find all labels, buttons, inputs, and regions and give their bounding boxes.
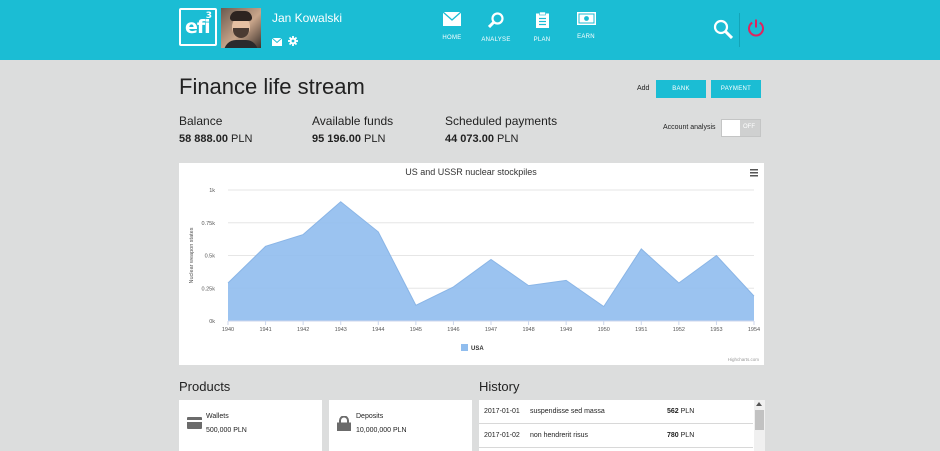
x-tick-label: 1947: [485, 327, 497, 333]
top-bar: efi 3 Jan Kowalski HOME ANALYSE PLAN EAR…: [0, 0, 940, 60]
balance-label: Balance: [179, 114, 223, 128]
menu-icon[interactable]: [750, 169, 758, 177]
x-tick-label: 1948: [522, 327, 534, 333]
history-row[interactable]: 2017-01-01 suspendisse sed massa 562 PLN: [479, 400, 753, 424]
y-axis-label: Nuclear weapon states: [189, 227, 195, 283]
add-label: Add: [637, 85, 650, 92]
history-title: History: [479, 379, 520, 394]
y-tick-label: 0.25k: [202, 286, 216, 292]
x-tick-label: 1953: [710, 327, 722, 333]
available-funds-stat: Available funds 95 196.00 PLN: [312, 114, 393, 145]
history-scrollbar[interactable]: [754, 400, 765, 451]
logo[interactable]: efi 3: [179, 8, 217, 46]
page-title: Finance life stream: [179, 74, 365, 99]
product-wallets[interactable]: Wallets 500,000 PLN: [179, 400, 322, 451]
history-description: non hendrerit risus: [530, 432, 588, 439]
nav-earn[interactable]: EARN: [561, 12, 611, 40]
x-tick-label: 1951: [635, 327, 647, 333]
mail-icon[interactable]: [271, 33, 283, 51]
x-tick-label: 1952: [673, 327, 685, 333]
nav-plan[interactable]: PLAN: [517, 11, 567, 43]
nav-home-label: HOME: [442, 35, 462, 41]
lock-icon: [337, 415, 351, 436]
history-amount: 562 PLN: [667, 408, 695, 415]
history-amount: 780 PLN: [667, 432, 695, 439]
x-tick-label: 1942: [297, 327, 309, 333]
banknote-icon: [576, 12, 596, 30]
available-funds-value: 95 196.00 PLN: [312, 133, 386, 145]
add-bank-button[interactable]: BANK: [656, 80, 706, 98]
logo-superscript: 3: [205, 11, 212, 21]
y-tick-label: 1k: [209, 188, 215, 194]
product-name: Deposits: [356, 413, 384, 420]
x-tick-label: 1944: [372, 327, 384, 333]
scheduled-payments-label: Scheduled payments: [445, 114, 558, 128]
product-name: Wallets: [206, 413, 229, 420]
x-tick-label: 1941: [259, 327, 271, 333]
mail-icon: [442, 11, 462, 31]
history-date: 2017-01-01: [484, 408, 520, 415]
series-area-usa: [228, 201, 754, 321]
wallet-icon: [187, 416, 202, 434]
product-deposits[interactable]: Deposits 10,000,000 PLN: [329, 400, 472, 451]
user-name: Jan Kowalski: [272, 11, 343, 25]
search-icon[interactable]: [713, 19, 734, 44]
power-icon[interactable]: [747, 19, 765, 42]
x-tick-label: 1945: [410, 327, 422, 333]
clipboard-icon: [535, 11, 549, 33]
x-tick-label: 1954: [748, 327, 760, 333]
avatar[interactable]: [221, 8, 261, 48]
scheduled-payments-stat: Scheduled payments 44 073.00 PLN: [445, 114, 557, 145]
balance-stat: Balance 58 888.00 PLN: [179, 114, 252, 145]
nav-plan-label: PLAN: [533, 37, 551, 43]
y-tick-label: 0.75k: [202, 221, 216, 227]
products-title: Products: [179, 379, 231, 394]
account-analysis-toggle[interactable]: OFF: [721, 119, 761, 137]
nav-earn-label: EARN: [577, 34, 595, 40]
history-description: suspendisse sed massa: [530, 408, 605, 415]
user-actions: [271, 33, 298, 51]
y-tick-label: 0k: [209, 319, 215, 325]
stockpile-chart: US and USSR nuclear stockpiles 0k 0.25k 0.5…: [189, 167, 760, 362]
x-tick-label: 1950: [598, 327, 610, 333]
history-list: 2017-01-01 suspendisse sed massa 562 PLN…: [479, 400, 765, 451]
balance-value: 58 888.00 PLN: [179, 133, 253, 145]
chart-credits: Highcharts.com: [728, 357, 760, 362]
x-tick-label: 1949: [560, 327, 572, 333]
header-divider: [739, 13, 740, 47]
y-tick-label: 0.5k: [205, 254, 216, 260]
product-amount: 500,000 PLN: [206, 427, 247, 434]
legend-swatch-usa: [461, 344, 468, 351]
toggle-state: OFF: [743, 124, 755, 130]
nav-analyse[interactable]: ANALYSE: [471, 12, 521, 43]
toggle-knob: [722, 120, 740, 136]
scheduled-payments-value: 44 073.00 PLN: [445, 133, 519, 145]
product-amount: 10,000,000 PLN: [356, 427, 407, 434]
chart-card: US and USSR nuclear stockpiles 0k 0.25k 0.5…: [179, 163, 764, 365]
x-tick-label: 1946: [447, 327, 459, 333]
history-row[interactable]: 2017-01-02 non hendrerit risus 780 PLN: [479, 424, 753, 448]
scroll-up-arrow[interactable]: [756, 402, 762, 406]
history-date: 2017-01-02: [484, 432, 520, 439]
scroll-thumb[interactable]: [755, 410, 764, 430]
gear-icon[interactable]: [288, 33, 298, 51]
legend-label-usa[interactable]: USA: [471, 346, 484, 352]
nav-analyse-label: ANALYSE: [481, 37, 511, 43]
search-icon: [487, 12, 504, 33]
add-payment-button[interactable]: PAYMENT: [711, 80, 761, 98]
chart-title: US and USSR nuclear stockpiles: [405, 167, 537, 177]
x-tick-label: 1940: [222, 327, 234, 333]
nav-home[interactable]: HOME: [427, 11, 477, 41]
account-analysis-label: Account analysis: [663, 124, 716, 131]
available-funds-label: Available funds: [312, 114, 394, 128]
x-tick-label: 1943: [335, 327, 347, 333]
